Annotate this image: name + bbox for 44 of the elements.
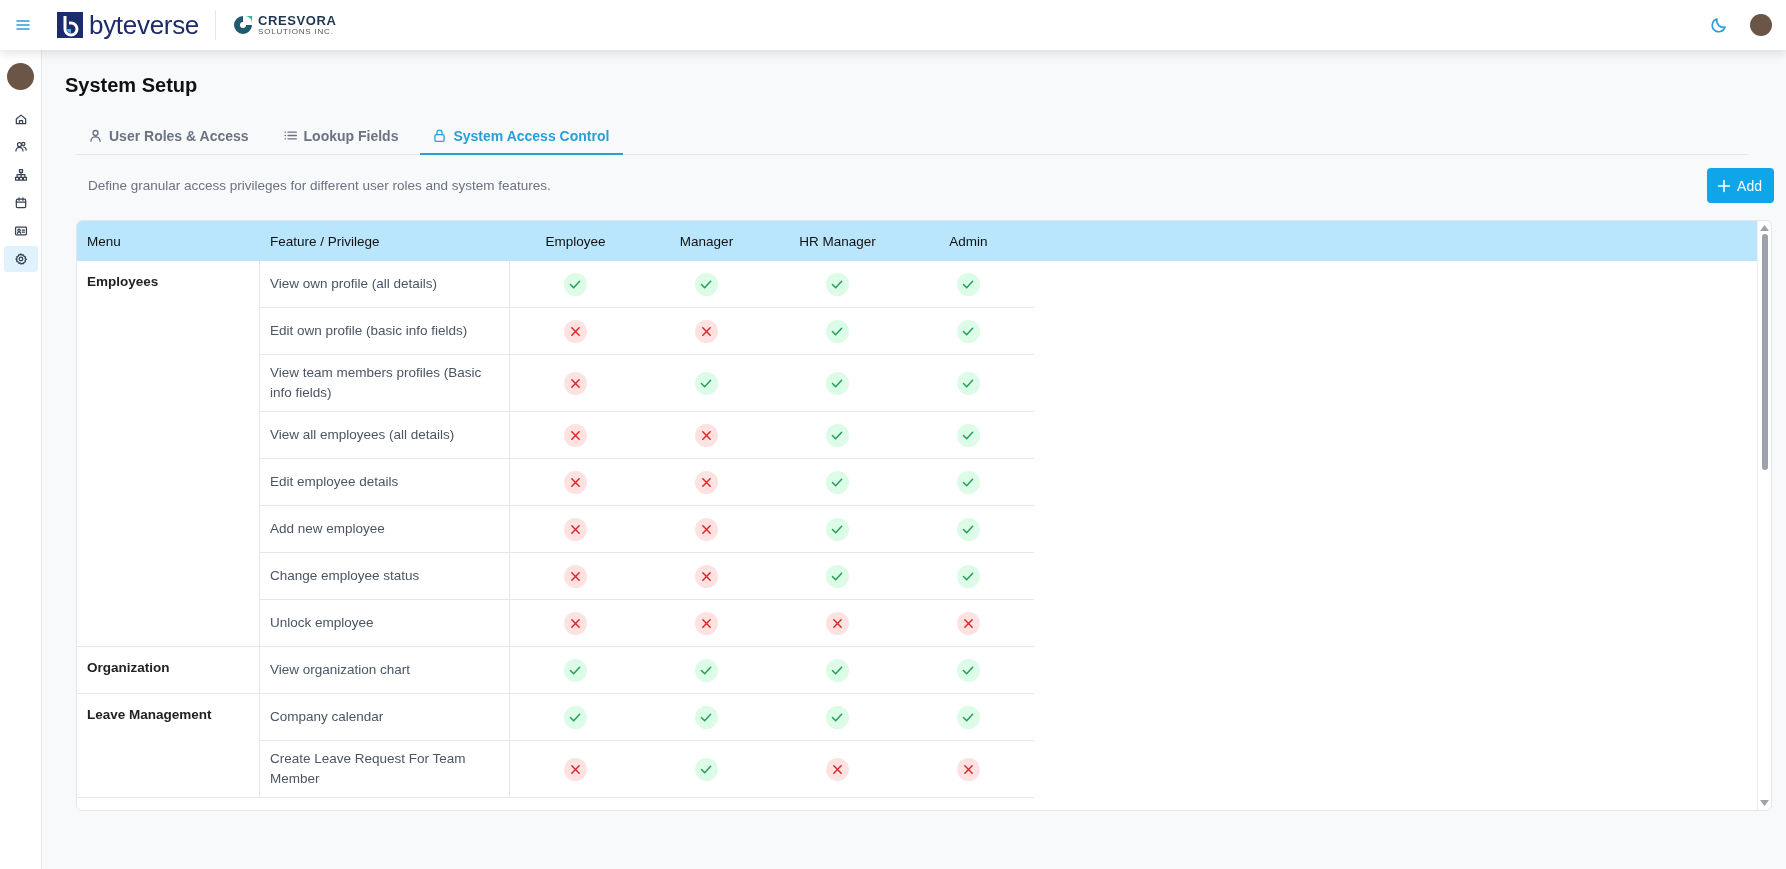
menu-name: Leave Management [87, 707, 212, 722]
lock-icon [432, 128, 448, 143]
person-icon [88, 128, 103, 143]
calendar-icon [13, 196, 28, 210]
feature-name: View all employees (all details) [270, 426, 455, 444]
page-description: Define granular access privileges for different user roles and system features. [88, 178, 551, 193]
column-header: HR Manager [798, 233, 877, 249]
brand-name: byteverse [89, 9, 200, 41]
page-title: System Setup [65, 74, 199, 97]
sidebar-item[interactable] [3, 246, 38, 272]
menu-name: Organization [87, 660, 170, 675]
org-chart-icon [13, 168, 28, 182]
tab[interactable]: User Roles & Access [76, 118, 263, 155]
partner-name: CRESVORA [258, 14, 337, 27]
feature-name: View organization chart [270, 661, 411, 679]
feature-name: Change employee status [270, 567, 420, 585]
avatar[interactable] [7, 63, 34, 90]
column-header: Menu [86, 233, 122, 249]
moon-icon[interactable] [1710, 16, 1728, 34]
people-icon [13, 140, 28, 154]
column-header: Admin [948, 233, 989, 249]
column-header: Manager [678, 233, 735, 249]
feature-name: Edit own profile (basic info fields) [270, 322, 468, 340]
logo-icon [57, 12, 83, 38]
add-button[interactable]: Add [1707, 168, 1774, 203]
home-icon [13, 112, 28, 126]
tab[interactable]: Lookup Fields [270, 118, 413, 155]
feature-name: Edit employee details [270, 473, 399, 491]
partner-tagline: SOLUTIONS INC. [258, 28, 335, 36]
plus-icon [1717, 178, 1732, 193]
feature-name: View team members profiles (Basic info fields) [270, 364, 483, 402]
feature-name: Add new employee [270, 520, 385, 538]
column-header: Feature / Privilege [269, 233, 381, 249]
id-card-icon [13, 224, 28, 238]
settings-icon [13, 252, 28, 266]
menu-name: Employees [87, 274, 159, 289]
feature-name: View own profile (all details) [270, 275, 438, 293]
feature-name: Company calendar [270, 708, 384, 726]
avatar[interactable] [1750, 14, 1772, 36]
tab[interactable]: System Access Control [420, 118, 624, 155]
feature-name: Create Leave Request For Team Member [270, 750, 467, 788]
feature-name: Unlock employee [270, 614, 374, 632]
partner-logo-icon [232, 14, 255, 36]
column-header: Employee [544, 233, 607, 249]
